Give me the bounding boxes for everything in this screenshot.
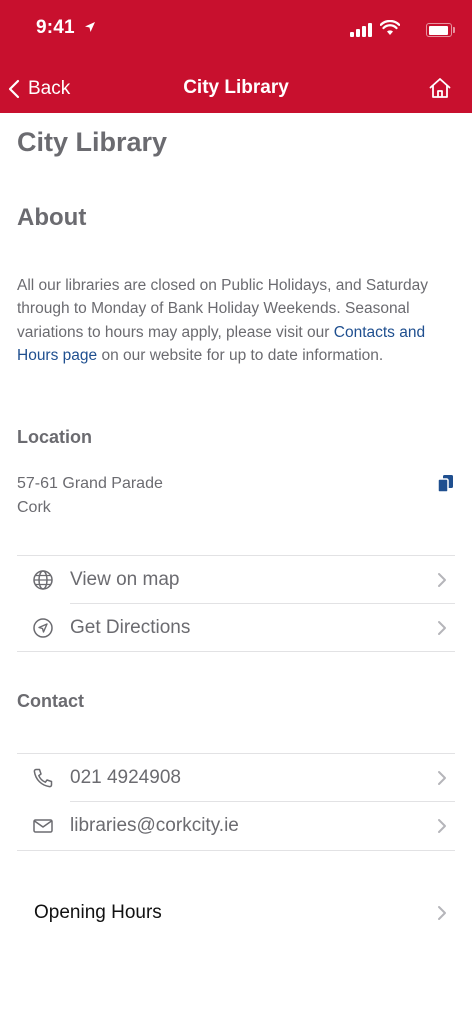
- signal-icon: [350, 23, 372, 37]
- status-time-text: 9:41: [36, 17, 75, 38]
- view-on-map-row[interactable]: View on map: [17, 556, 455, 604]
- app-header: 9:41 Back City Library: [0, 0, 472, 113]
- about-text-part2: on our website for up to date informatio…: [97, 346, 384, 364]
- status-time: 9:41: [36, 17, 96, 39]
- chevron-right-icon: [437, 905, 447, 926]
- globe-icon: [31, 568, 55, 592]
- chevron-right-icon: [437, 818, 447, 839]
- chevron-right-icon: [437, 770, 447, 791]
- chevron-right-icon: [437, 620, 447, 641]
- divider: [17, 850, 455, 851]
- address-line-2: Cork: [17, 498, 51, 516]
- contact-heading: Contact: [17, 691, 84, 711]
- home-icon: [429, 78, 451, 98]
- get-directions-row[interactable]: Get Directions: [17, 604, 455, 652]
- battery-icon: [426, 23, 455, 37]
- address-line-1: 57-61 Grand Parade: [17, 475, 163, 492]
- get-directions-label: Get Directions: [70, 617, 191, 638]
- chevron-right-icon: [437, 572, 447, 593]
- about-heading: About: [17, 204, 87, 231]
- opening-hours-label: Opening Hours: [34, 902, 162, 923]
- divider: [17, 651, 455, 652]
- phone-row[interactable]: 021 4924908: [17, 754, 455, 802]
- phone-icon: [31, 766, 55, 790]
- opening-hours-row[interactable]: Opening Hours: [17, 889, 455, 937]
- location-heading: Location: [17, 427, 92, 447]
- home-button[interactable]: [428, 76, 452, 105]
- email-label: libraries@corkcity.ie: [70, 815, 239, 836]
- nav-title: City Library: [183, 77, 289, 98]
- email-row[interactable]: libraries@corkcity.ie: [17, 802, 455, 850]
- wifi-icon: [379, 19, 401, 41]
- location-arrow-icon: [84, 17, 96, 39]
- view-on-map-label: View on map: [70, 569, 180, 590]
- phone-label: 021 4924908: [70, 767, 181, 788]
- mail-icon: [31, 814, 55, 838]
- about-text: All our libraries are closed on Public H…: [17, 274, 455, 367]
- page-title: City Library: [17, 127, 168, 157]
- copy-icon: [437, 475, 453, 493]
- navigation-icon: [31, 616, 55, 640]
- copy-address-button[interactable]: [437, 474, 455, 499]
- address: 57-61 Grand Parade Cork: [17, 472, 163, 519]
